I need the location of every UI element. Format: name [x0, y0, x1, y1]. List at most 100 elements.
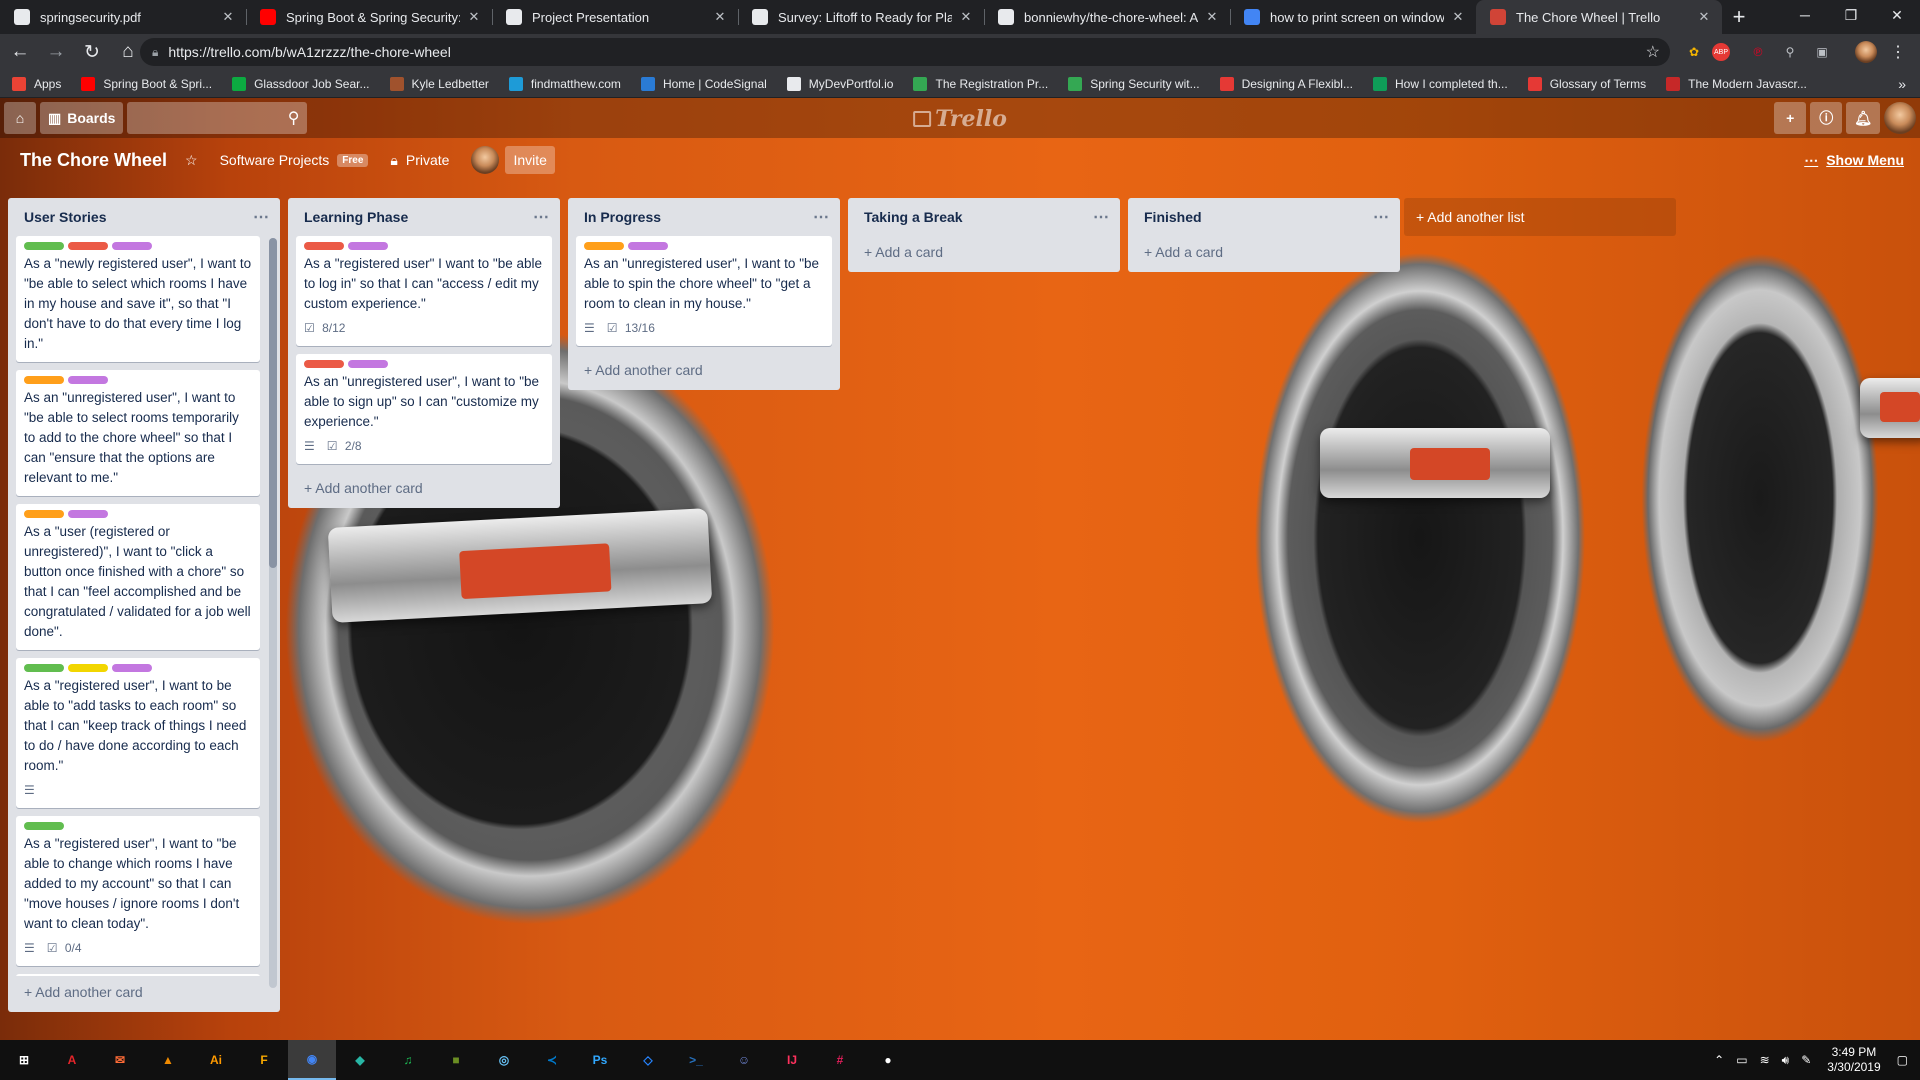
battery-icon[interactable]: ▭ — [1736, 1053, 1747, 1067]
team-button[interactable]: Software Projects Free — [220, 152, 369, 168]
card[interactable]: As a "user (registered or unregistered)"… — [16, 504, 260, 650]
visibility-button[interactable]: 🔒︎ Private — [390, 152, 449, 169]
volume-icon[interactable]: 🔊︎ — [1782, 1053, 1790, 1068]
taskbar-app[interactable]: A — [48, 1040, 96, 1080]
bookmark-item[interactable]: Glossary of Terms — [1527, 76, 1646, 91]
star-board-button[interactable]: ☆ — [185, 152, 198, 169]
label-chip[interactable] — [68, 664, 108, 672]
label-chip[interactable] — [24, 822, 64, 830]
browser-tab[interactable]: The Chore Wheel | Trello ✕ — [1476, 0, 1722, 34]
card[interactable]: As an "unregistered user", I want to "be… — [296, 354, 552, 464]
close-tab-icon[interactable]: ✕ — [1204, 9, 1220, 25]
taskbar-app[interactable]: ✉ — [96, 1040, 144, 1080]
label-chip[interactable] — [112, 664, 152, 672]
label-chip[interactable] — [628, 242, 668, 250]
list-title[interactable]: Learning Phase — [304, 209, 408, 225]
new-tab-button[interactable]: + — [1722, 0, 1756, 34]
trello-logo[interactable]: Trello — [913, 106, 1007, 132]
boards-button[interactable]: ▥ Boards — [40, 102, 124, 134]
show-menu-button[interactable]: ⋯ Show Menu — [1804, 152, 1904, 169]
label-chip[interactable] — [68, 242, 108, 250]
minimize-button[interactable]: ─ — [1782, 0, 1828, 30]
taskbar-app[interactable]: # — [816, 1040, 864, 1080]
reload-icon[interactable]: ↻ — [76, 36, 108, 68]
browser-tab[interactable]: bonniewhy/the-chore-wheel: A h ✕ — [984, 0, 1230, 34]
taskbar-app[interactable]: ☺ — [720, 1040, 768, 1080]
add-list-button[interactable]: + Add another list — [1404, 198, 1676, 236]
list-menu-icon[interactable]: ⋯ — [253, 207, 270, 227]
browser-tab[interactable]: Project Presentation ✕ — [492, 0, 738, 34]
chevron-up-icon[interactable]: ⌃ — [1714, 1053, 1724, 1067]
bookmark-item[interactable]: Home | CodeSignal — [640, 76, 767, 91]
search-input[interactable]: ⚲ — [127, 102, 308, 134]
label-chip[interactable] — [348, 360, 388, 368]
label-chip[interactable] — [24, 376, 64, 384]
close-tab-icon[interactable]: ✕ — [466, 9, 482, 25]
label-chip[interactable] — [584, 242, 624, 250]
scrollbar-thumb[interactable] — [269, 238, 277, 568]
taskbar-app[interactable]: Ps — [576, 1040, 624, 1080]
clock[interactable]: 3:49 PM 3/30/2019 — [1827, 1045, 1880, 1075]
taskbar-app[interactable]: ◇ — [624, 1040, 672, 1080]
browser-tab[interactable]: Spring Boot & Spring Security: D ✕ — [246, 0, 492, 34]
taskbar-app[interactable]: ◉ — [288, 1040, 336, 1080]
card[interactable]: As a "registered user" I want to "be abl… — [296, 236, 552, 346]
taskbar-app[interactable]: ■ — [432, 1040, 480, 1080]
taskbar-app[interactable]: ● — [864, 1040, 912, 1080]
add-card-button[interactable]: + Add a card — [1128, 236, 1400, 272]
restore-button[interactable]: ❐ — [1828, 0, 1874, 30]
bookmark-item[interactable]: Spring Security wit... — [1068, 76, 1200, 91]
home-button[interactable]: ⌂ — [4, 102, 36, 134]
taskbar-app[interactable]: ▲ — [144, 1040, 192, 1080]
list-title[interactable]: Finished — [1144, 209, 1202, 225]
adblock-icon[interactable]: ABP — [1712, 43, 1730, 61]
card[interactable]: As a "registered user", I want to "be ab… — [16, 816, 260, 966]
extension-icon[interactable]: ✿ — [1680, 38, 1708, 66]
bookmark-item[interactable]: Apps — [12, 76, 61, 91]
bookmark-item[interactable]: The Registration Pr... — [913, 76, 1048, 91]
list-menu-icon[interactable]: ⋯ — [533, 207, 550, 227]
forward-icon[interactable]: → — [40, 36, 72, 68]
board-title[interactable]: The Chore Wheel — [20, 150, 167, 171]
back-icon[interactable]: ← — [4, 36, 36, 68]
bookmark-item[interactable]: MyDevPortfol.io — [786, 76, 893, 91]
profile-avatar[interactable] — [1852, 38, 1880, 66]
close-window-button[interactable]: ✕ — [1874, 0, 1920, 30]
notifications-button[interactable]: 🔔︎ — [1846, 102, 1880, 134]
board-member-avatar[interactable] — [471, 146, 500, 174]
taskbar-app[interactable]: ◎ — [480, 1040, 528, 1080]
add-card-button[interactable]: + Add another card — [8, 976, 280, 1012]
add-card-button[interactable]: + Add another card — [568, 354, 840, 390]
card[interactable]: As an "unregistered user", I want to "be… — [576, 236, 832, 346]
wifi-icon[interactable]: ≋ — [1760, 1053, 1770, 1067]
label-chip[interactable] — [112, 242, 152, 250]
bookmark-item[interactable]: Kyle Ledbetter — [389, 76, 489, 91]
close-tab-icon[interactable]: ✕ — [958, 9, 974, 25]
list-title[interactable]: Taking a Break — [864, 209, 963, 225]
label-chip[interactable] — [68, 510, 108, 518]
taskbar-app[interactable]: ≺ — [528, 1040, 576, 1080]
close-tab-icon[interactable]: ✕ — [220, 9, 236, 25]
taskbar-app[interactable]: >_ — [672, 1040, 720, 1080]
address-bar[interactable]: 🔒︎ https://trello.com/b/wA1zrzzz/the-cho… — [140, 38, 1670, 66]
bookmark-item[interactable]: The Modern Javascr... — [1666, 76, 1807, 91]
chrome-menu-icon[interactable]: ⋮ — [1884, 38, 1912, 66]
taskbar-app[interactable]: ♫ — [384, 1040, 432, 1080]
list-title[interactable]: User Stories — [24, 209, 106, 225]
pen-icon[interactable]: ✎ — [1801, 1053, 1811, 1067]
label-chip[interactable] — [304, 360, 344, 368]
member-avatar[interactable] — [1884, 102, 1916, 134]
bookmark-star-icon[interactable]: ☆ — [1646, 42, 1660, 62]
taskbar-app[interactable]: F — [240, 1040, 288, 1080]
card[interactable]: As a "registered user", I want to be abl… — [16, 658, 260, 808]
bookmark-item[interactable]: How I completed th... — [1372, 76, 1508, 91]
card[interactable]: As a "newly registered user", I want to … — [16, 236, 260, 362]
label-chip[interactable] — [68, 376, 108, 384]
browser-tab[interactable]: how to print screen on windows ✕ — [1230, 0, 1476, 34]
add-card-button[interactable]: + Add a card — [848, 236, 1120, 272]
taskbar-app[interactable]: IJ — [768, 1040, 816, 1080]
browser-tab[interactable]: springsecurity.pdf ✕ — [0, 0, 246, 34]
extension-icon[interactable]: ⚲ — [1776, 38, 1804, 66]
taskbar-app[interactable]: Ai — [192, 1040, 240, 1080]
label-chip[interactable] — [348, 242, 388, 250]
